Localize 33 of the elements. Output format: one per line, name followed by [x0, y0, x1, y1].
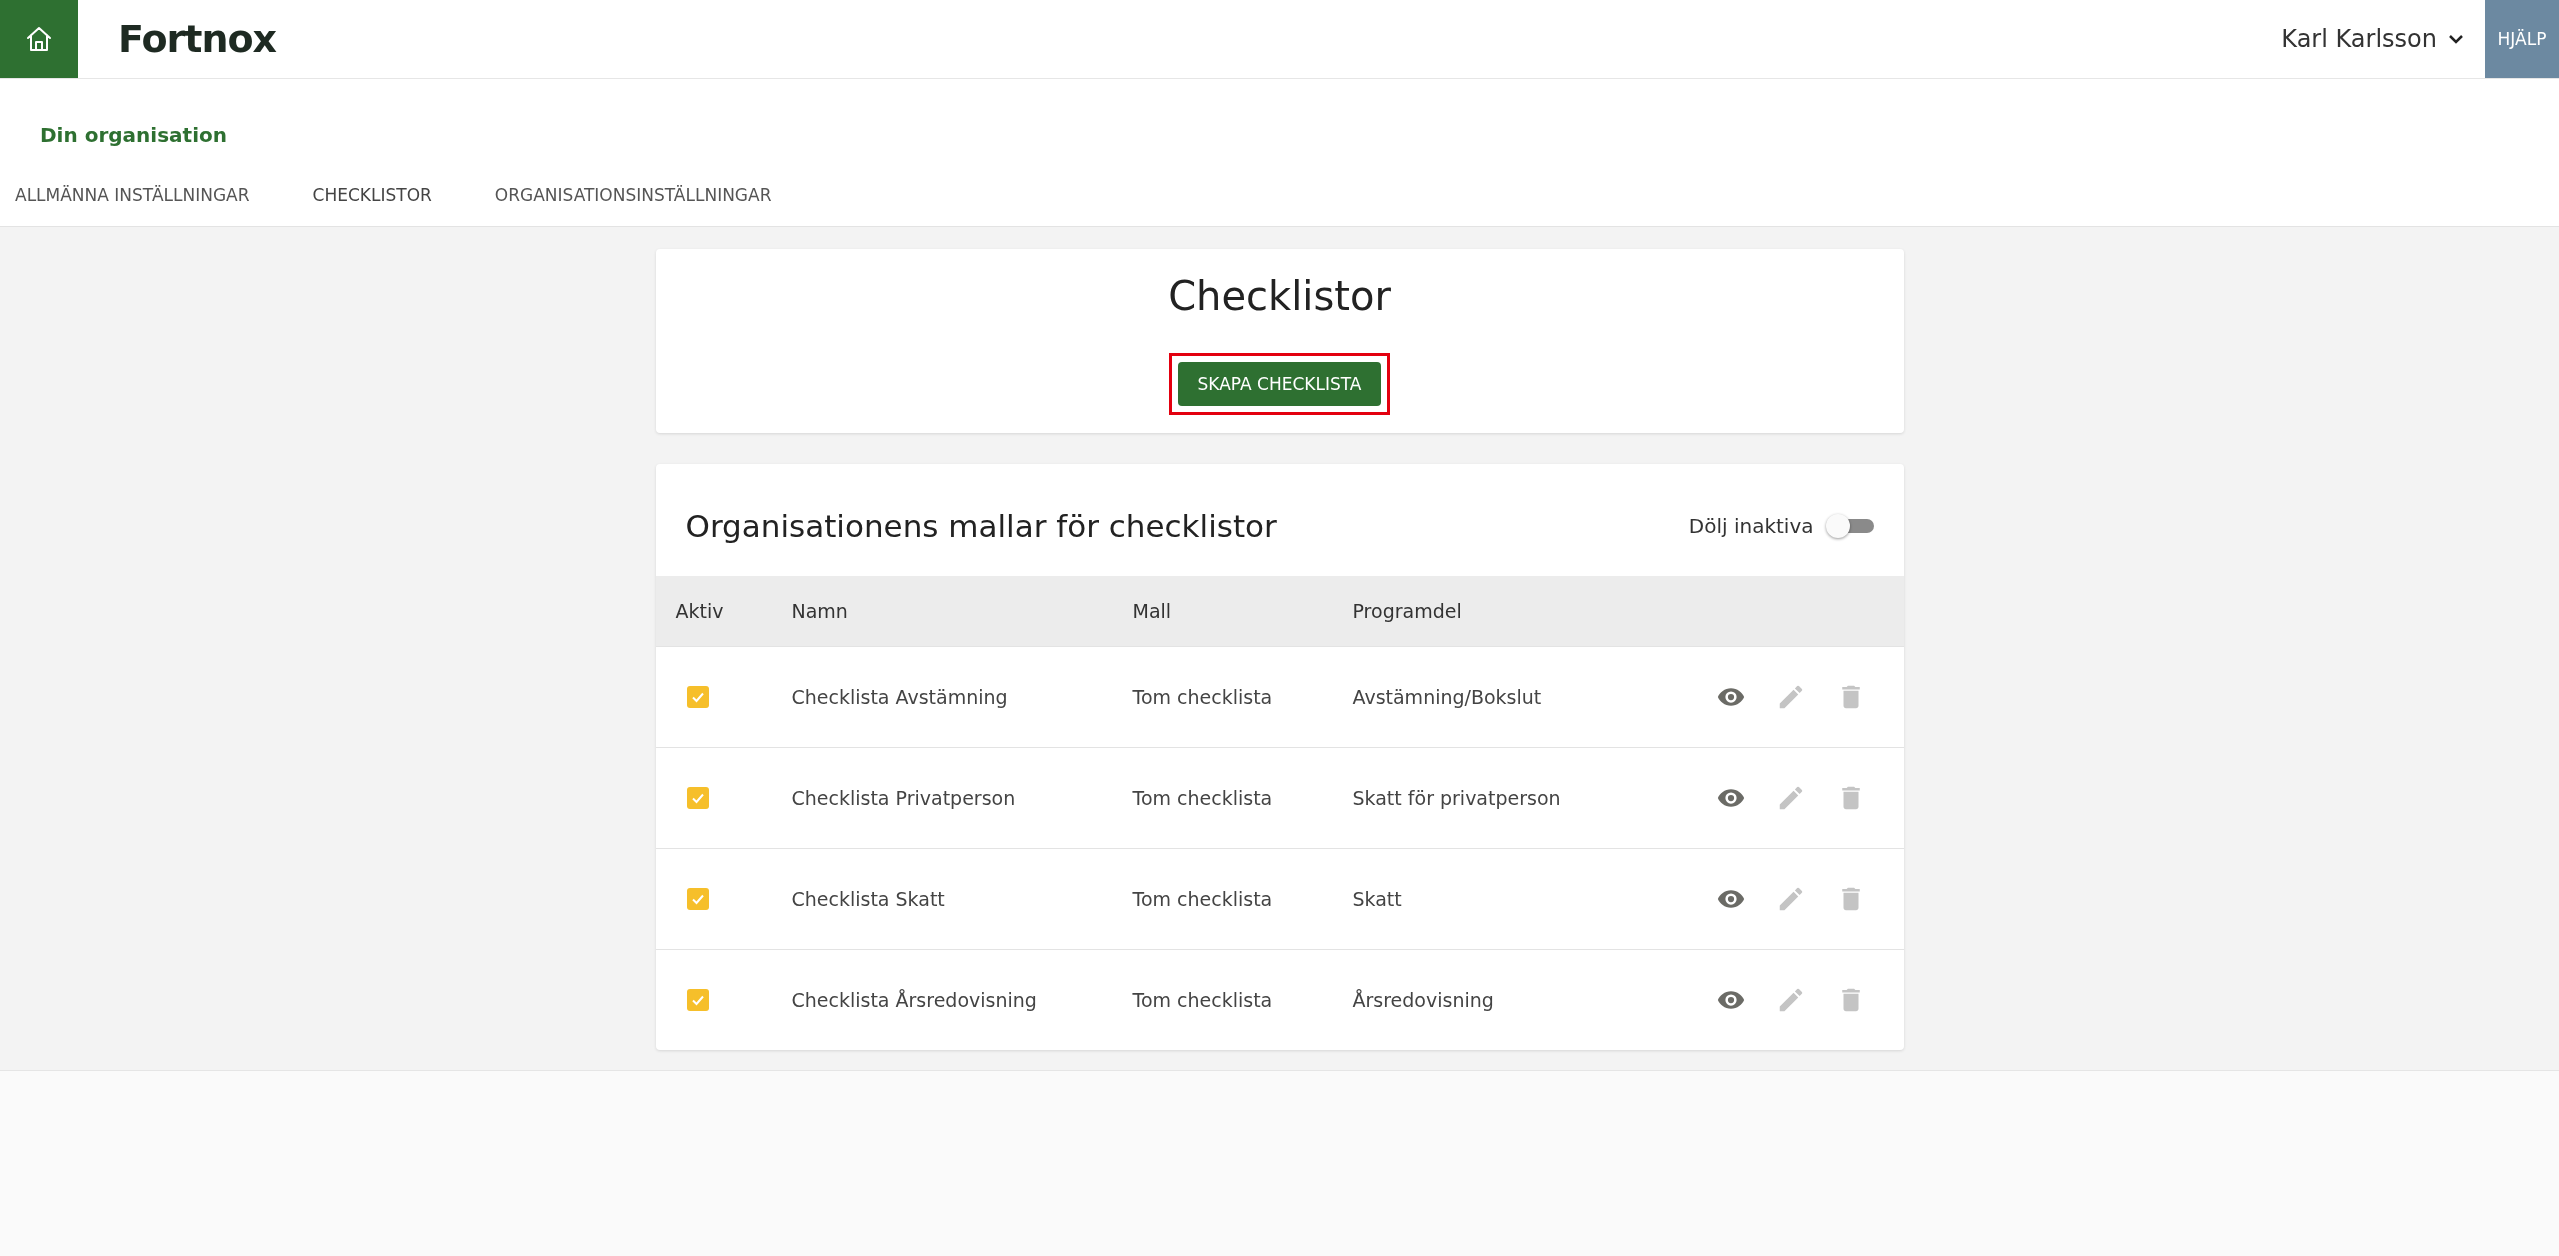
column-header: Mall — [1132, 600, 1172, 622]
home-button[interactable] — [0, 0, 78, 78]
table-cell: Tom checklista — [1132, 888, 1273, 910]
card-title: Organisationens mallar för checklistor — [685, 508, 1278, 544]
table-cell: Checklista Privatperson — [791, 787, 1016, 809]
table-cell: Checklista Avstämning — [791, 686, 1008, 708]
checkbox[interactable] — [686, 787, 709, 809]
logo: Fortnox — [118, 17, 277, 61]
tab[interactable]: CHECKLISTOR — [297, 165, 448, 226]
column-header: Aktiv — [675, 600, 724, 622]
checkbox[interactable] — [686, 888, 709, 910]
table-cell: Tom checklista — [1132, 686, 1273, 708]
tab[interactable]: ORGANISATIONSINSTÄLLNINGAR — [479, 165, 788, 226]
table-cell: Avstämning/Bokslut — [1352, 686, 1542, 708]
checkbox[interactable] — [686, 686, 709, 708]
user-menu[interactable]: Karl Karlsson — [2281, 25, 2465, 53]
toggle-switch[interactable] — [1825, 514, 1874, 538]
create-checklist-button[interactable]: SKAPA CHECKLISTA — [1177, 362, 1382, 406]
table-cell: Tom checklista — [1132, 787, 1273, 809]
table-cell: Tom checklista — [1132, 989, 1273, 1011]
checkbox[interactable] — [686, 989, 709, 1011]
table-cell: Skatt — [1352, 888, 1402, 910]
table-cell: Checklista Årsredovisning — [791, 989, 1037, 1011]
table-cell: Årsredovisning — [1352, 989, 1494, 1011]
card-title: Checklistor — [1168, 273, 1391, 319]
table-cell: Skatt för privatperson — [1352, 787, 1561, 809]
help-button[interactable]: HJÄLP — [2485, 0, 2559, 78]
column-header: Namn — [791, 600, 848, 622]
tab[interactable]: ALLMÄNNA INSTÄLLNINGAR — [0, 165, 266, 226]
toggle-label: Dölj inaktiva — [1688, 514, 1814, 538]
column-header: Programdel — [1352, 600, 1462, 622]
section-title: Din organisation — [40, 123, 227, 147]
table-cell: Checklista Skatt — [791, 888, 945, 910]
